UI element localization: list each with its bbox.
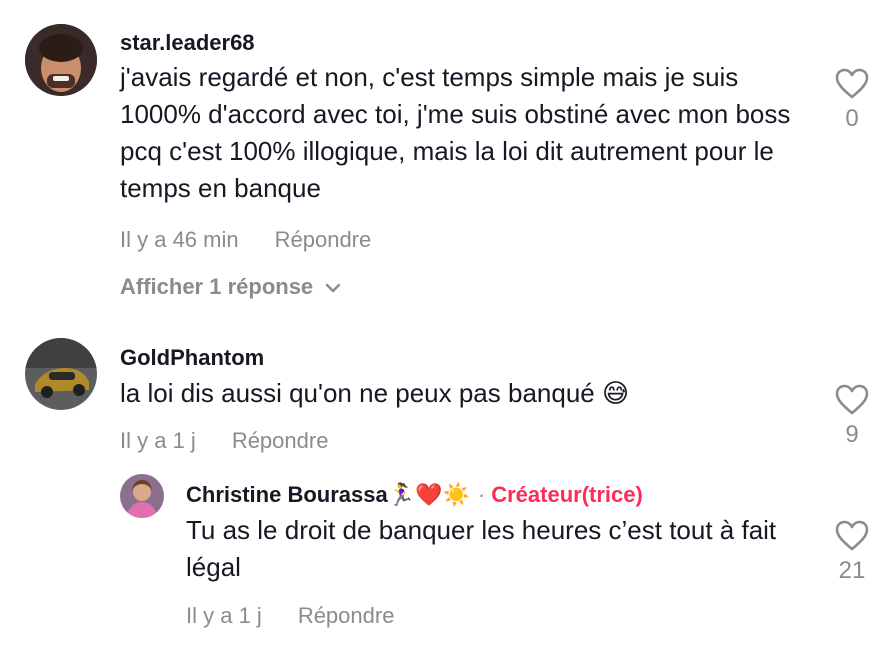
comment-meta: Il y a 1 j Répondre <box>120 428 328 454</box>
show-replies-label: Afficher 1 réponse <box>120 274 314 299</box>
reply-button[interactable]: Répondre <box>298 603 395 628</box>
reply-header: Christine Bourassa🏃‍♀️❤️☀️ · Créateur(tric… <box>186 482 643 508</box>
reply-button[interactable]: Répondre <box>275 227 372 252</box>
like-count: 21 <box>838 557 866 584</box>
heart-outline-icon <box>835 520 869 551</box>
avatar[interactable] <box>25 338 97 410</box>
reply-meta: Il y a 1 j Répondre <box>186 603 394 629</box>
chevron-down-icon <box>325 283 341 293</box>
heart-outline-icon <box>835 68 869 99</box>
like-count: 0 <box>845 105 859 132</box>
like-button[interactable]: 21 <box>822 520 882 585</box>
creator-badge: Créateur(trice) <box>491 482 643 507</box>
comment-meta: Il y a 46 min Répondre <box>120 227 371 253</box>
avatar[interactable] <box>120 474 164 518</box>
separator: · <box>477 482 486 507</box>
heart-outline-icon <box>835 384 869 415</box>
like-button[interactable]: 0 <box>822 68 882 133</box>
reply-text: Tu as le droit de banquer les heures c’e… <box>186 515 777 582</box>
comment-text: la loi dis aussi qu'on ne peux pas banqu… <box>120 378 630 408</box>
like-button[interactable]: 9 <box>822 384 882 449</box>
reply-timestamp: Il y a 1 j <box>186 603 262 628</box>
comment-text: j'avais regardé et non, c'est temps simp… <box>120 62 791 203</box>
comment-username[interactable]: star.leader68 <box>120 30 255 56</box>
like-count: 9 <box>845 421 859 448</box>
avatar[interactable] <box>25 24 97 96</box>
comment-timestamp: Il y a 1 j <box>120 428 196 453</box>
reply-username[interactable]: Christine Bourassa🏃‍♀️❤️☀️ <box>186 482 470 507</box>
show-replies-button[interactable]: Afficher 1 réponse <box>120 274 341 300</box>
comment-username[interactable]: GoldPhantom <box>120 345 264 371</box>
reply-button[interactable]: Répondre <box>232 428 329 453</box>
comment-timestamp: Il y a 46 min <box>120 227 239 252</box>
